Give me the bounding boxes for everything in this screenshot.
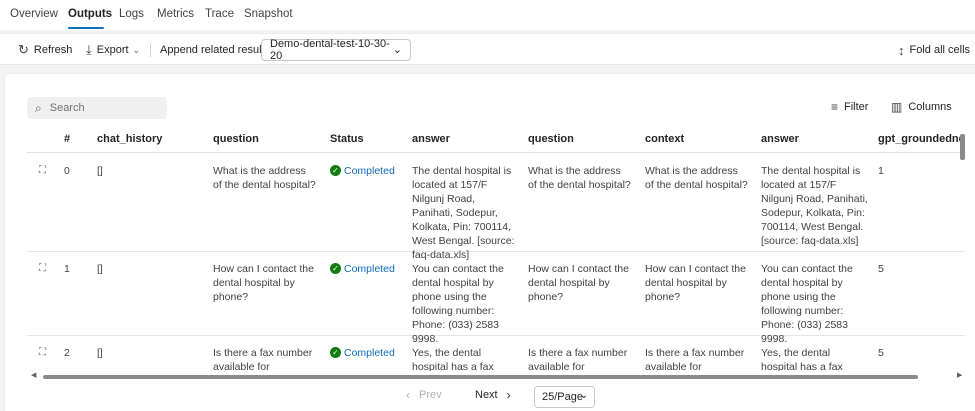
prev-label: Prev [419,389,442,401]
next-page-button[interactable]: Next › [475,388,511,402]
groundedness-cell: 5 [878,347,884,359]
status-badge: ✓ Completed [330,346,395,360]
answer-cell: The dental hospital is located at 157/F … [412,165,515,261]
question-cell: Is there a fax number available for [213,347,313,371]
question-cell: What is the address of the dental hospit… [528,165,631,191]
horizontal-scroll-thumb[interactable] [43,375,918,379]
filter-label: Filter [844,101,869,113]
chevron-down-icon: ⌄ [132,44,141,55]
scroll-left-icon[interactable]: ◀ [31,371,36,379]
refresh-button[interactable]: ↻ Refresh [18,34,72,66]
export-label: Export [96,44,129,56]
status-text: Completed [344,165,395,177]
search-input[interactable] [49,102,150,114]
search-icon: ⌕ [35,100,42,115]
refresh-label: Refresh [33,44,73,56]
status-badge: ✓ Completed [330,262,395,276]
context-cell: How can I contact the dental hospital by… [645,263,746,303]
active-tab-indicator [68,27,104,29]
row-index: 2 [64,347,70,359]
tab-snapshot[interactable]: Snapshot [244,8,293,20]
fold-all-cells-button[interactable]: ↕ Fold all cells [898,34,970,66]
header-status[interactable]: Status [330,133,364,145]
horizontal-scrollbar[interactable]: ◀ ▶ [31,371,965,380]
filter-icon: ≡ [831,100,839,114]
answer-cell: Yes, the dental hospital has a fax numbe… [412,347,494,371]
header-answer-2[interactable]: answer [761,133,799,145]
prev-page-button[interactable]: ‹ Prev [406,388,442,402]
answer-cell: The dental hospital is located at 157/F … [761,165,868,247]
table-header: # chat_history question Status answer qu… [27,126,965,153]
refresh-icon: ↻ [18,42,29,57]
fold-icon: ↕ [898,42,905,58]
filter-button[interactable]: ≡ Filter [831,100,868,114]
fold-all-label: Fold all cells [909,44,971,56]
check-circle-icon: ✓ [330,347,341,358]
status-badge: ✓ Completed [330,164,395,178]
next-label: Next [475,389,498,401]
header-chat-history[interactable]: chat_history [97,133,162,145]
groundedness-cell: 1 [878,165,884,177]
tab-logs[interactable]: Logs [119,8,144,20]
question-cell: How can I contact the dental hospital by… [528,263,629,303]
answer-cell: You can contact the dental hospital by p… [761,263,853,345]
run-select-value: Demo-dental-test-10-30-20 [270,38,390,62]
chat-history-cell: [] [97,263,103,275]
status-text: Completed [344,347,395,359]
page-size-value: 25/Page [542,391,583,403]
status-text: Completed [344,263,395,275]
table-row: ⛶ 2 [] Is there a fax number available f… [27,336,965,371]
chevron-right-icon: › [506,388,511,402]
columns-label: Columns [908,101,952,113]
header-context[interactable]: context [645,133,684,145]
top-tabs: Overview Outputs Logs Metrics Trace Snap… [0,0,975,30]
check-circle-icon: ✓ [330,165,341,176]
chat-history-cell: [] [97,165,103,177]
expand-icon[interactable]: ⛶ [39,165,46,176]
header-gpt-groundedness[interactable]: gpt_groundednes [878,133,965,145]
tab-overview[interactable]: Overview [10,8,58,20]
groundedness-cell: 5 [878,263,884,275]
columns-icon: ▥ [891,100,903,114]
download-icon: ⤓ [86,42,92,57]
expand-icon[interactable]: ⛶ [39,263,46,274]
outputs-card: ⌕ ≡ Filter ▥ Columns # chat_history ques… [5,74,975,411]
append-related-label: Append related results [160,44,271,56]
context-cell: What is the address of the dental hospit… [645,165,748,191]
tab-trace[interactable]: Trace [205,8,234,20]
header-question[interactable]: question [213,133,259,145]
export-button[interactable]: ⤓ Export ⌄ [86,34,140,66]
answer-cell: Yes, the dental hospital has a fax numbe… [761,347,843,371]
expand-icon[interactable]: ⛶ [39,347,46,358]
table-row: ⛶ 0 [] What is the address of the dental… [27,154,965,261]
chevron-down-icon: ⌄ [579,390,588,401]
row-index: 1 [64,263,70,275]
header-index[interactable]: # [64,133,70,145]
check-circle-icon: ✓ [330,263,341,274]
chevron-down-icon: ⌄ [392,44,402,56]
chevron-left-icon: ‹ [406,388,410,402]
question-cell: What is the address of the dental hospit… [213,165,316,191]
answer-cell: You can contact the dental hospital by p… [412,263,504,345]
search-box[interactable]: ⌕ [27,97,167,119]
row-index: 0 [64,165,70,177]
chat-history-cell: [] [97,347,103,359]
vertical-scrollbar[interactable] [960,134,965,160]
header-answer[interactable]: answer [412,133,450,145]
header-question-2[interactable]: question [528,133,574,145]
page-size-select[interactable]: 25/Page ⌄ [534,386,595,408]
tab-metrics[interactable]: Metrics [157,8,194,20]
columns-button[interactable]: ▥ Columns [891,100,952,114]
table-row: ⛶ 1 [] How can I contact the dental hosp… [27,252,965,345]
question-cell: Is there a fax number available for [528,347,628,371]
results-table: # chat_history question Status answer qu… [27,126,965,371]
context-cell: Is there a fax number available for [645,347,745,371]
toolbar: ↻ Refresh ⤓ Export ⌄ Append related resu… [0,33,975,65]
question-cell: How can I contact the dental hospital by… [213,263,314,303]
run-select-dropdown[interactable]: Demo-dental-test-10-30-20 ⌄ [261,38,411,62]
tab-outputs[interactable]: Outputs [68,8,112,20]
scroll-right-icon[interactable]: ▶ [957,371,962,379]
toolbar-divider [150,43,151,57]
